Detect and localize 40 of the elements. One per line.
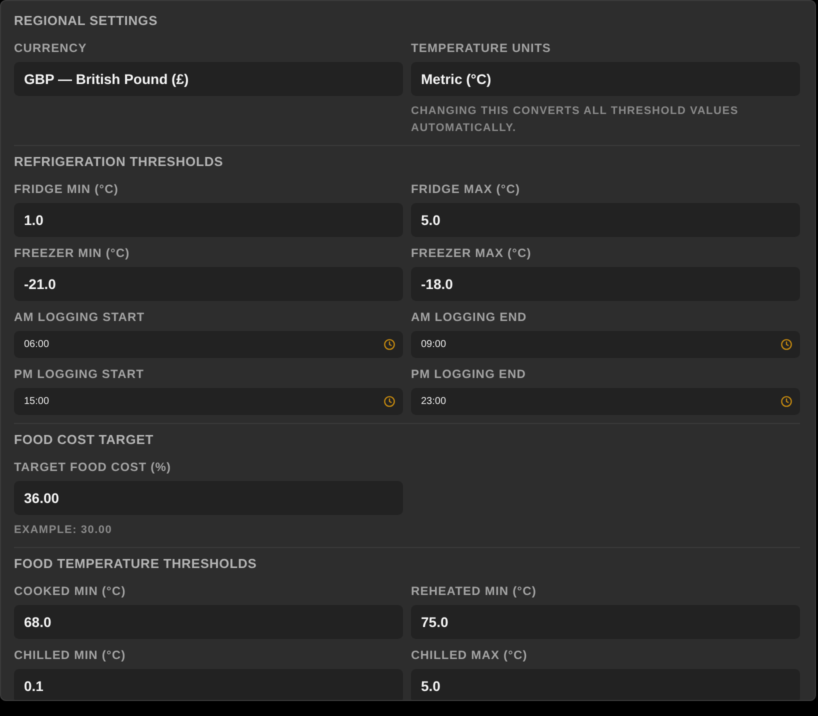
input-field[interactable]: 36.00 [14,481,403,515]
field-label: FRIDGE MAX (°C) [411,181,522,197]
field-label: AM LOGGING START [14,309,146,325]
input-field[interactable]: 1.0 [14,203,403,237]
field-label: COOKED MIN (°C) [14,583,127,599]
field-label: AM LOGGING END [411,309,528,325]
field-label: FRIDGE MIN (°C) [14,181,120,197]
input-field[interactable]: 0.1 [14,669,403,700]
input-field[interactable]: -21.0 [14,267,403,301]
help-text: CHANGING THIS CONVERTS ALL THRESHOLD VALUES AUTOMATICALLY. [411,104,740,136]
field-label: FREEZER MAX (°C) [411,245,532,261]
field-label: PM LOGGING END [411,366,528,382]
time-field[interactable]: 06:00 [14,331,403,358]
input-field[interactable]: -18.0 [411,267,800,301]
section-heading: REFRIGERATION THRESHOLDS [14,153,224,171]
time-field[interactable]: 23:00 [411,388,800,415]
input-field[interactable]: 5.0 [411,669,800,700]
input-field[interactable]: Metric (°C) [411,62,800,96]
input-field[interactable]: 5.0 [411,203,800,237]
clock-icon [781,396,792,407]
field-label: TEMPERATURE UNITS [411,40,552,56]
clock-icon [384,396,395,407]
field-label: CHILLED MAX (°C) [411,647,528,663]
clock-icon [384,339,395,350]
time-field[interactable]: 09:00 [411,331,800,358]
field-label: TARGET FOOD COST (%) [14,459,172,475]
field-label: PM LOGGING START [14,366,146,382]
field-label: CURRENCY [14,40,88,56]
time-field[interactable]: 15:00 [14,388,403,415]
section-heading: REGIONAL SETTINGS [14,12,159,30]
input-field[interactable]: GBP — British Pound (£) [14,62,403,96]
help-text: EXAMPLE: 30.00 [14,523,114,538]
input-field[interactable]: 75.0 [411,605,800,639]
section-heading: FOOD TEMPERATURE THRESHOLDS [14,555,258,573]
input-field[interactable]: 68.0 [14,605,403,639]
field-label: CHILLED MIN (°C) [14,647,127,663]
section-heading: FOOD COST TARGET [14,431,155,449]
field-label: REHEATED MIN (°C) [411,583,538,599]
field-label: FREEZER MIN (°C) [14,245,131,261]
clock-icon [781,339,792,350]
